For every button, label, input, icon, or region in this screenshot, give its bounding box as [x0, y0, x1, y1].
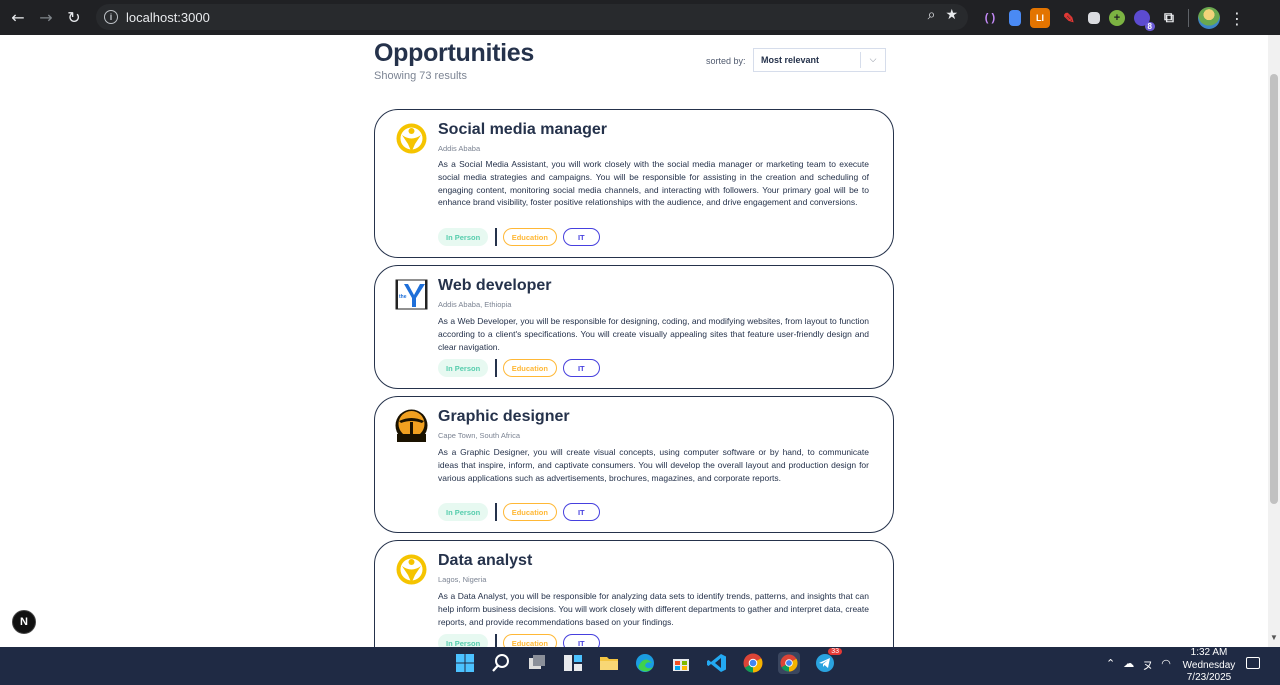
tag-separator — [495, 503, 497, 521]
windows-start-icon[interactable] — [454, 652, 476, 674]
language-icon[interactable]: ヌ — [1142, 657, 1153, 673]
tag-separator — [495, 634, 497, 647]
sort-label: sorted by: — [706, 56, 746, 66]
job-description: As a Social Media Assistant, you will wo… — [438, 159, 869, 208]
forward-icon[interactable]: → — [32, 4, 60, 32]
job-title[interactable]: Social media manager — [438, 121, 607, 139]
opportunity-card[interactable]: Social media manager Addis Ababa As a So… — [374, 109, 894, 258]
extension-pen-icon[interactable]: ✎ — [1059, 8, 1079, 28]
sunset-tree-logo-icon — [395, 409, 428, 442]
wifi-icon[interactable]: ◠ — [1161, 657, 1171, 673]
clock-date: 7/23/2025 — [1186, 672, 1232, 683]
extension-badge-icon[interactable]: 8 — [1134, 10, 1155, 31]
job-title[interactable]: Data analyst — [438, 552, 532, 570]
extension-orange-icon[interactable]: LI — [1030, 8, 1050, 28]
windows-taskbar: 33 ⌃ ☁ ヌ ◠ 1:32 AM Wednesday 7/23/2025 — [0, 647, 1280, 685]
job-title[interactable]: Graphic designer — [438, 408, 570, 426]
reload-icon[interactable]: ↻ — [60, 4, 88, 32]
widgets-icon[interactable] — [562, 652, 584, 674]
telegram-badge: 33 — [828, 648, 842, 655]
bookmark-star-icon[interactable]: ★ — [945, 7, 958, 23]
clock-day: Wednesday — [1182, 659, 1236, 671]
job-title[interactable]: Web developer — [438, 277, 552, 295]
tag-it: IT — [562, 503, 600, 521]
tag-it: IT — [562, 634, 600, 647]
browser-toolbar: ← → ↻ i localhost:3000 ⌕ ★ ( ) LI ✎ + 8 … — [0, 0, 1280, 35]
search-icon[interactable] — [490, 652, 512, 674]
tag-education: Education — [502, 228, 557, 246]
job-location: Addis Ababa — [438, 144, 481, 153]
tag-in-person: In Person — [438, 503, 489, 521]
back-icon[interactable]: ← — [4, 4, 32, 32]
page-viewport: Opportunities Showing 73 results sorted … — [0, 35, 1280, 647]
results-count: Showing 73 results — [374, 70, 467, 82]
chevron-down-icon[interactable]: ⌵ — [861, 55, 885, 65]
telegram-icon[interactable]: 33 — [814, 648, 842, 674]
address-bar[interactable]: i localhost:3000 ⌕ ★ — [96, 4, 968, 30]
task-view-icon[interactable] — [526, 652, 548, 674]
nextjs-dev-indicator[interactable]: N — [12, 610, 36, 634]
tag-in-person: In Person — [438, 634, 489, 647]
job-location: Cape Town, South Africa — [438, 431, 520, 440]
job-tags: In Person Education IT — [438, 359, 600, 377]
notification-icon[interactable] — [1246, 657, 1260, 669]
extension-brackets-icon[interactable]: ( ) — [980, 8, 1000, 28]
job-location: Lagos, Nigeria — [438, 575, 487, 584]
tag-in-person: In Person — [438, 228, 489, 246]
file-explorer-icon[interactable] — [598, 652, 620, 674]
vscode-icon[interactable] — [706, 652, 728, 674]
sort-dropdown[interactable]: Most relevant ⌵ — [753, 48, 886, 72]
profile-avatar[interactable] — [1198, 7, 1220, 29]
page-title: Opportunities — [374, 39, 534, 67]
opportunity-card[interactable]: the Web developer Addis Ababa, Ethiopia … — [374, 265, 894, 389]
opportunity-card[interactable]: Data analyst Lagos, Nigeria As a Data An… — [374, 540, 894, 647]
chrome-profile-icon[interactable] — [778, 652, 800, 674]
tag-in-person: In Person — [438, 359, 489, 377]
svg-text:the: the — [399, 294, 407, 300]
scroll-down-icon[interactable]: ▼ — [1270, 633, 1278, 642]
zoom-icon[interactable]: ⌕ — [928, 7, 936, 23]
tag-separator — [495, 359, 497, 377]
microsoft-store-icon[interactable] — [670, 652, 692, 674]
tag-it: IT — [562, 359, 600, 377]
onedrive-cloud-icon[interactable]: ☁ — [1123, 657, 1134, 673]
tag-separator — [495, 228, 497, 246]
chrome-icon[interactable] — [742, 652, 764, 674]
system-clock[interactable]: 1:32 AM Wednesday 7/23/2025 — [1178, 647, 1240, 685]
tag-education: Education — [502, 634, 557, 647]
extension-docs-icon[interactable] — [1009, 10, 1021, 26]
job-description: As a Data Analyst, you will be responsib… — [438, 591, 869, 627]
edge-browser-icon[interactable] — [634, 652, 656, 674]
job-tags: In Person Education IT — [438, 503, 600, 521]
clock-time: 1:32 AM — [1190, 647, 1228, 658]
url-text[interactable]: localhost:3000 — [126, 10, 210, 25]
opportunity-card[interactable]: Graphic designer Cape Town, South Africa… — [374, 396, 894, 533]
tag-education: Education — [502, 359, 557, 377]
sort-selected-value[interactable]: Most relevant — [761, 55, 860, 65]
scroll-thumb[interactable] — [1270, 74, 1278, 504]
yellow-figure-logo-icon — [396, 554, 427, 585]
job-tags: In Person Education IT — [438, 228, 600, 246]
site-info-icon[interactable]: i — [104, 10, 118, 24]
tray-chevron-up-icon[interactable]: ⌃ — [1106, 657, 1115, 673]
extension-plus-icon[interactable]: + — [1109, 10, 1125, 26]
tag-it: IT — [562, 228, 600, 246]
tag-education: Education — [502, 503, 557, 521]
extension-badge-count: 8 — [1144, 22, 1155, 31]
ymca-logo-icon: the — [395, 279, 428, 310]
yellow-figure-logo-icon — [396, 123, 427, 154]
job-description: As a Graphic Designer, you will create v… — [438, 447, 869, 483]
toolbar-divider — [1188, 9, 1189, 27]
page-scrollbar[interactable]: ▲ ▼ — [1268, 35, 1280, 647]
job-description: As a Web Developer, you will be responsi… — [438, 316, 869, 352]
telegram-glyph-icon — [816, 654, 834, 672]
job-location: Addis Ababa, Ethiopia — [438, 300, 512, 309]
puzzle-extensions-icon[interactable]: ⧉ — [1159, 8, 1179, 28]
job-tags: In Person Education IT — [438, 634, 600, 647]
browser-menu-icon[interactable]: ⋮ — [1229, 9, 1245, 28]
extension-square-icon[interactable] — [1088, 12, 1100, 24]
